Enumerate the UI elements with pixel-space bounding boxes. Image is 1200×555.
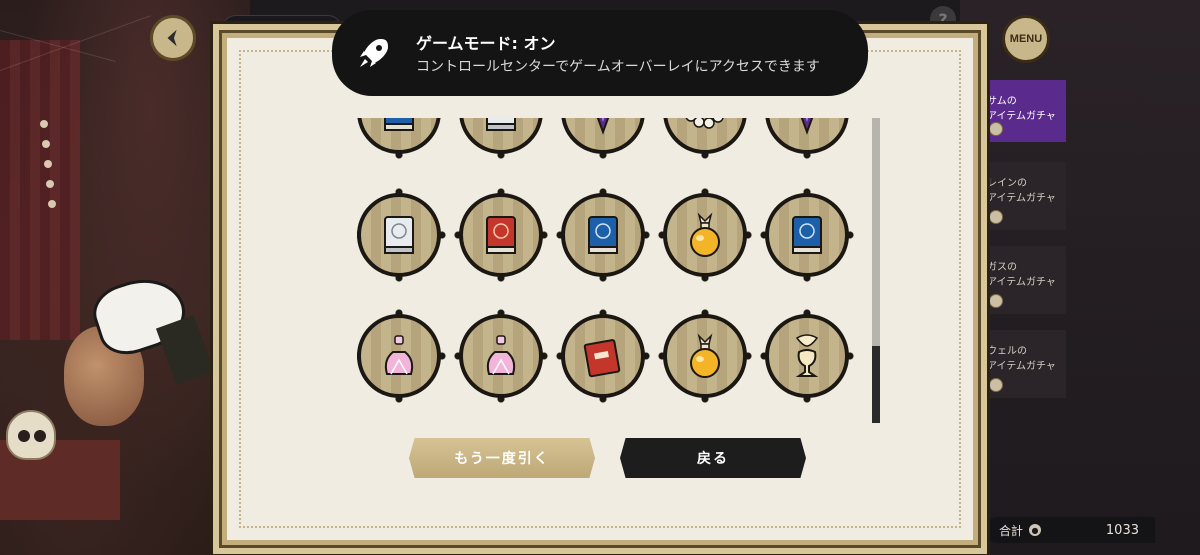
bead — [42, 140, 50, 148]
result-item[interactable] — [555, 187, 651, 283]
result-item[interactable] — [357, 118, 447, 160]
menu-button[interactable]: MENU — [1002, 15, 1050, 63]
result-item[interactable] — [357, 187, 447, 283]
gacha-tab-label: ウェルの アイテムガチャ — [987, 346, 1056, 372]
result-item[interactable] — [555, 118, 651, 160]
gacha-tab-label: サムの アイテムガチャ — [987, 96, 1056, 122]
result-item[interactable] — [357, 308, 447, 404]
gacha-tab-label: レインの アイテムガチャ — [987, 178, 1056, 204]
blue-book-icon — [588, 216, 618, 254]
gold-potion-icon — [690, 212, 720, 257]
result-item[interactable] — [453, 308, 549, 404]
pink-perfume-icon — [486, 335, 516, 375]
total-value: 1033 — [1105, 522, 1139, 538]
result-item[interactable] — [759, 308, 855, 404]
emblem-icon — [989, 122, 1003, 136]
red-book-icon — [486, 216, 516, 254]
result-item[interactable] — [759, 118, 855, 160]
result-item[interactable] — [657, 187, 753, 283]
blue-book-icon — [792, 216, 822, 254]
result-item[interactable] — [555, 308, 651, 404]
ticket-icon: ● — [1029, 524, 1042, 536]
result-item[interactable] — [453, 187, 549, 283]
bead — [44, 160, 52, 168]
purple-crystal-icon — [596, 118, 610, 135]
white-book-icon — [486, 118, 516, 131]
gacha-tab-gus[interactable]: ガスの アイテムガチャ — [980, 246, 1066, 314]
bead — [40, 120, 48, 128]
game-mode-notification[interactable]: ゲームモード: オン コントロールセンターでゲームオーバーレイにアクセスできます — [332, 10, 868, 96]
total-counter: 合計 ● 1033 — [985, 517, 1155, 543]
white-book-icon — [384, 216, 414, 254]
gold-potion-icon — [690, 333, 720, 378]
draw-again-button[interactable]: もう一度引く — [409, 438, 595, 478]
result-item[interactable] — [657, 308, 753, 404]
result-item[interactable] — [453, 118, 549, 160]
scrollbar-thumb[interactable] — [872, 346, 880, 423]
results-scrollbar[interactable] — [872, 118, 880, 423]
blue-book-icon — [384, 118, 414, 131]
result-item[interactable] — [759, 187, 855, 283]
pearl-necklace-icon — [685, 118, 724, 129]
emblem-icon — [989, 294, 1003, 308]
emblem-icon — [989, 210, 1003, 224]
gold-vase-icon — [795, 334, 819, 377]
help-button[interactable]: ? — [930, 6, 956, 32]
back-arrow-button[interactable] — [150, 15, 196, 61]
bead — [48, 200, 56, 208]
purple-crystal-icon — [800, 118, 814, 135]
total-label: 合計 — [999, 523, 1024, 538]
pink-perfume-icon — [384, 335, 414, 375]
curtain — [0, 40, 80, 340]
gacha-tab-label: ガスの アイテムガチャ — [987, 262, 1056, 288]
arrow-left-icon — [167, 29, 177, 47]
notification-body: コントロールセンターでゲームオーバーレイにアクセスできます — [416, 58, 820, 75]
back-button[interactable]: 戻る — [620, 438, 806, 478]
skull-decoration — [6, 410, 56, 460]
notification-title: ゲームモード: オン — [416, 33, 556, 53]
emblem-icon — [989, 378, 1003, 392]
bead — [46, 180, 54, 188]
red-notebook-icon — [583, 339, 621, 378]
result-grid[interactable] — [357, 118, 857, 424]
gacha-tab-well[interactable]: ウェルの アイテムガチャ — [980, 330, 1066, 398]
result-item[interactable] — [657, 118, 753, 160]
gacha-tab-sam[interactable]: サムの アイテムガチャ — [980, 80, 1066, 142]
gacha-tab-rain[interactable]: レインの アイテムガチャ — [980, 162, 1066, 230]
rocket-icon — [360, 39, 388, 67]
gacha-result-modal: もう一度引く 戻る — [222, 33, 978, 545]
